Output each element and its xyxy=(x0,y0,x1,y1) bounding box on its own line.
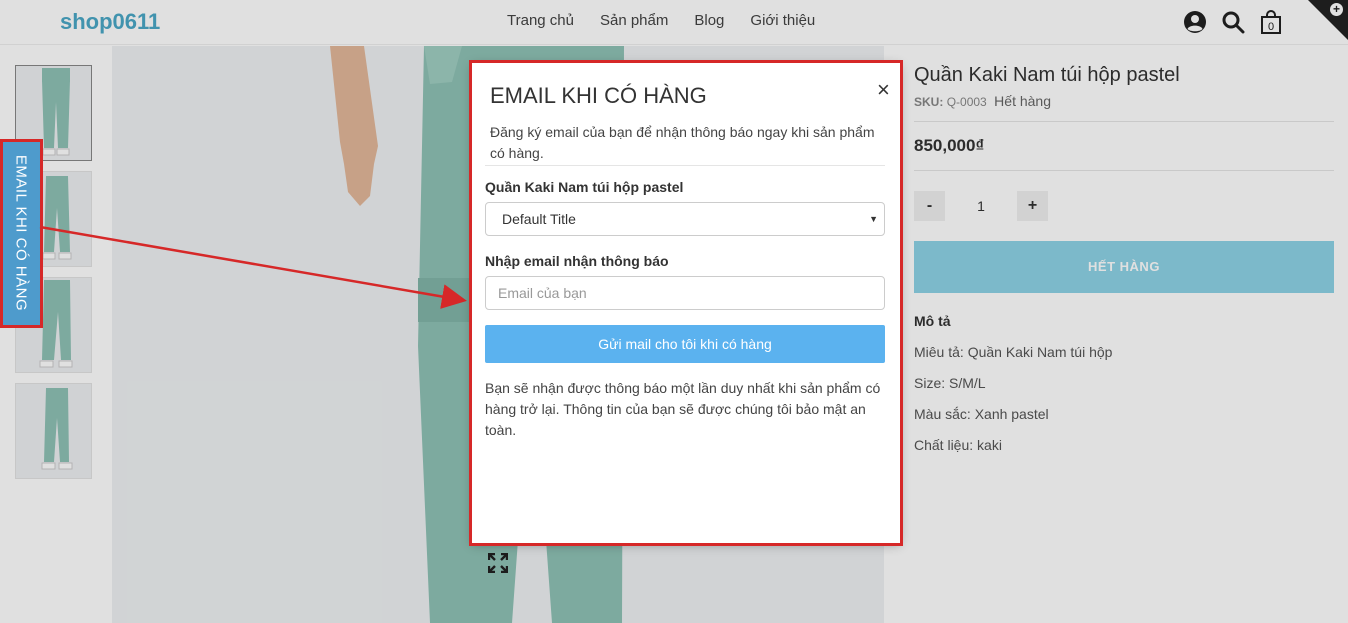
modal-title: EMAIL KHI CÓ HÀNG xyxy=(490,83,707,108)
modal-divider xyxy=(485,165,885,166)
caret-down-icon: ▼ xyxy=(869,214,878,224)
modal-subtitle: Đăng ký email của bạn để nhận thông báo … xyxy=(490,124,875,161)
close-icon[interactable]: × xyxy=(877,77,890,103)
email-label: Nhập email nhận thông báo xyxy=(485,253,669,269)
variant-select[interactable]: Default Title ▼ xyxy=(485,202,885,236)
product-name-label: Quần Kaki Nam túi hộp pastel xyxy=(485,179,684,195)
submit-notify-button[interactable]: Gửi mail cho tôi khi có hàng xyxy=(485,325,885,363)
variant-selected-value: Default Title xyxy=(502,211,576,227)
email-field[interactable] xyxy=(485,276,885,310)
email-notify-modal: EMAIL KHI CÓ HÀNG × Đăng ký email của bạ… xyxy=(469,60,903,546)
privacy-note: Bạn sẽ nhận được thông báo một lần duy n… xyxy=(485,380,881,438)
